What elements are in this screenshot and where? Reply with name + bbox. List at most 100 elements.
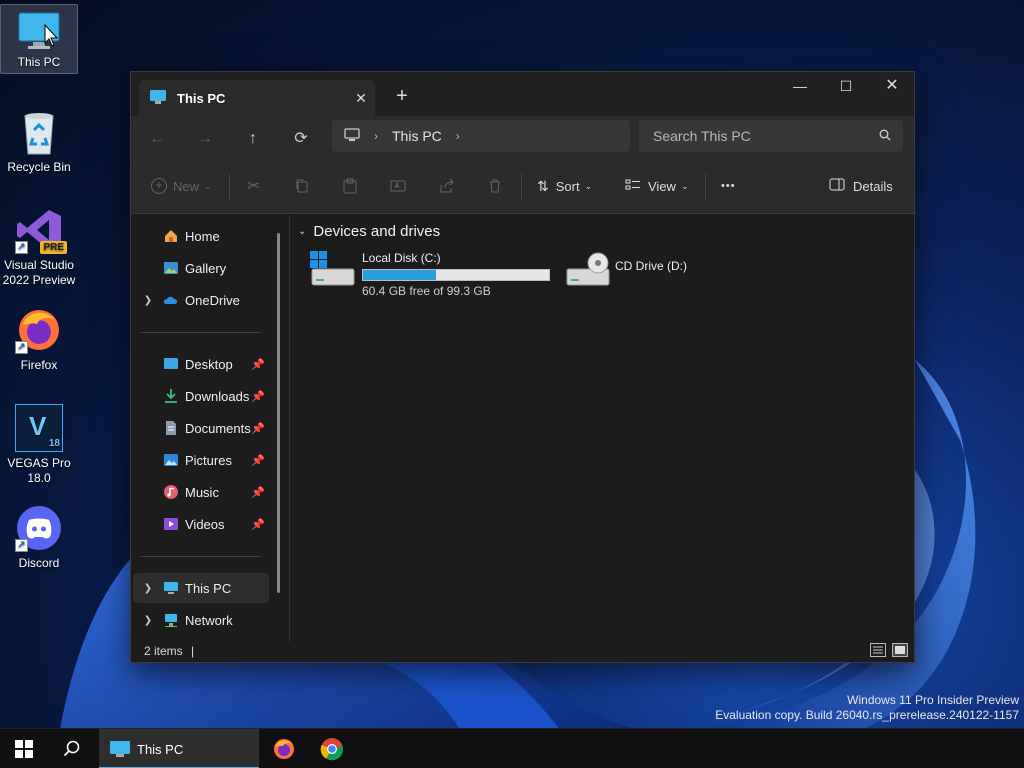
rename-icon[interactable] [390, 171, 406, 201]
group-header-devices[interactable]: ⌄ Devices and drives [298, 223, 440, 240]
new-label: New [173, 178, 200, 194]
cut-icon[interactable]: ✂ [247, 171, 260, 201]
drive-cd-d[interactable]: CD Drive (D:) [565, 251, 687, 291]
cd-drive-icon [565, 251, 611, 291]
breadcrumb-this-pc[interactable]: This PC [392, 128, 442, 144]
title-bar[interactable]: This PC ✕ + — ☐ ✕ [131, 72, 914, 116]
sidebar-item-onedrive[interactable]: ❯ OneDrive [133, 285, 269, 315]
sidebar-item-home[interactable]: Home [133, 221, 269, 251]
tab-this-pc[interactable]: This PC ✕ [139, 80, 375, 116]
separator [141, 332, 261, 333]
chevron-down-icon: ⌄ [584, 180, 593, 191]
drive-free-space: 60.4 GB free of 99.3 GB [362, 284, 491, 298]
evaluation-watermark: Windows 11 Pro Insider Preview Evaluatio… [715, 693, 1019, 723]
taskbar-app-chrome[interactable] [314, 729, 350, 768]
up-button[interactable]: ↑ [237, 123, 269, 155]
firefox-icon [274, 739, 294, 759]
desktop-icon-visual-studio[interactable]: PRE ↗ Visual Studio 2022 Preview [0, 200, 78, 292]
sidebar-scrollbar[interactable] [277, 233, 280, 593]
desktop-icon-this-pc[interactable]: This PC [0, 4, 78, 74]
sidebar-item-this-pc[interactable]: ❯ This PC [133, 573, 269, 603]
pin-icon[interactable]: 📌 [251, 454, 265, 467]
sidebar-item-label: Documents [185, 420, 251, 436]
view-button[interactable]: View ⌄ [625, 171, 689, 201]
windows-logo-icon [15, 740, 33, 758]
chevron-right-icon[interactable]: ❯ [133, 615, 163, 626]
drive-name: Local Disk (C:) [362, 251, 441, 265]
minimize-button[interactable]: — [777, 72, 823, 102]
drive-usage-bar [362, 269, 550, 281]
delete-icon[interactable] [487, 171, 503, 201]
copy-icon[interactable] [294, 171, 310, 201]
sidebar-item-desktop[interactable]: Desktop 📌 [133, 349, 269, 379]
refresh-button[interactable]: ⟳ [285, 123, 317, 155]
gallery-icon [163, 260, 179, 276]
desktop-icon-firefox[interactable]: ↗ Firefox [0, 300, 78, 396]
navigation-bar: ← → ↑ ⟳ › This PC › Search This PC [131, 116, 914, 160]
taskbar-app-firefox[interactable] [266, 729, 302, 768]
chevron-right-icon[interactable]: › [456, 129, 460, 143]
sidebar-item-videos[interactable]: Videos 📌 [133, 509, 269, 539]
drive-local-disk-c[interactable]: Local Disk (C:) 60.4 GB free of 99.3 GB [310, 251, 550, 298]
sidebar-item-documents[interactable]: Documents 📌 [133, 413, 269, 443]
view-label: View [648, 178, 676, 194]
forward-button[interactable]: → [189, 123, 221, 155]
sidebar-item-network[interactable]: ❯ Network [133, 605, 269, 635]
chevron-down-icon: ⌄ [204, 180, 212, 191]
close-button[interactable]: ✕ [869, 72, 915, 102]
address-bar[interactable]: › This PC › [332, 120, 630, 152]
video-icon [163, 516, 179, 532]
pin-icon[interactable]: 📌 [251, 422, 265, 435]
paste-icon[interactable] [342, 171, 358, 201]
navigation-pane: Home Gallery ❯ OneDrive Desktop 📌 Downlo… [131, 215, 289, 642]
details-label: Details [853, 178, 893, 194]
desktop-icon-vegas-pro[interactable]: V 18 VEGAS Pro 18.0 [0, 398, 78, 490]
pin-icon[interactable]: 📌 [251, 390, 265, 403]
recycle-bin-icon [15, 108, 63, 156]
desktop-icon-recycle-bin[interactable]: Recycle Bin [0, 102, 78, 198]
sidebar-item-downloads[interactable]: Downloads 📌 [133, 381, 269, 411]
search-button[interactable] [54, 729, 90, 768]
desktop-icon-label: Firefox [20, 358, 58, 372]
share-icon[interactable] [439, 171, 455, 201]
sidebar-item-music[interactable]: Music 📌 [133, 477, 269, 507]
view-list-icon [625, 179, 641, 194]
chevron-right-icon[interactable]: › [374, 129, 378, 143]
new-button[interactable]: + New ⌄ [151, 171, 212, 201]
desktop-folder-icon [163, 356, 179, 372]
more-options-button[interactable]: ••• [721, 171, 736, 201]
visual-studio-icon: PRE ↗ [15, 206, 67, 254]
large-icons-view-icon[interactable] [892, 643, 908, 657]
sidebar-item-pictures[interactable]: Pictures 📌 [133, 445, 269, 475]
desktop-icon-label: Discord [18, 556, 60, 570]
desktop-icon-discord[interactable]: ↗ Discord [0, 498, 78, 594]
taskbar-app-file-explorer[interactable]: This PC [99, 729, 259, 768]
start-button[interactable] [6, 729, 42, 768]
details-view-icon[interactable] [870, 643, 886, 657]
pin-icon[interactable]: 📌 [251, 518, 265, 531]
back-button[interactable]: ← [141, 123, 173, 155]
details-pane-button[interactable]: Details [829, 171, 893, 201]
separator [521, 174, 522, 200]
pin-icon[interactable]: 📌 [251, 358, 265, 371]
search-box[interactable]: Search This PC [639, 120, 903, 152]
network-icon [163, 612, 179, 628]
monitor-icon [110, 741, 130, 757]
status-bar: 2 items | [131, 642, 914, 662]
sidebar-item-label: Home [185, 228, 220, 244]
pin-icon[interactable]: 📌 [251, 486, 265, 499]
sidebar-item-gallery[interactable]: Gallery [133, 253, 269, 283]
sidebar-item-label: This PC [185, 580, 232, 596]
maximize-button[interactable]: ☐ [823, 72, 869, 102]
tab-close-button[interactable]: ✕ [347, 90, 375, 107]
new-tab-button[interactable]: + [389, 84, 415, 110]
chevron-right-icon[interactable]: ❯ [133, 295, 163, 306]
sort-button[interactable]: ⇅ Sort ⌄ [537, 171, 592, 201]
document-icon [163, 420, 179, 436]
drive-name: CD Drive (D:) [615, 259, 687, 273]
chevron-right-icon[interactable]: ❯ [133, 583, 163, 594]
vegas-pro-icon: V 18 [15, 404, 63, 452]
home-icon [163, 228, 179, 244]
tab-title: This PC [177, 90, 226, 106]
vegas-glyph: V [29, 411, 47, 441]
